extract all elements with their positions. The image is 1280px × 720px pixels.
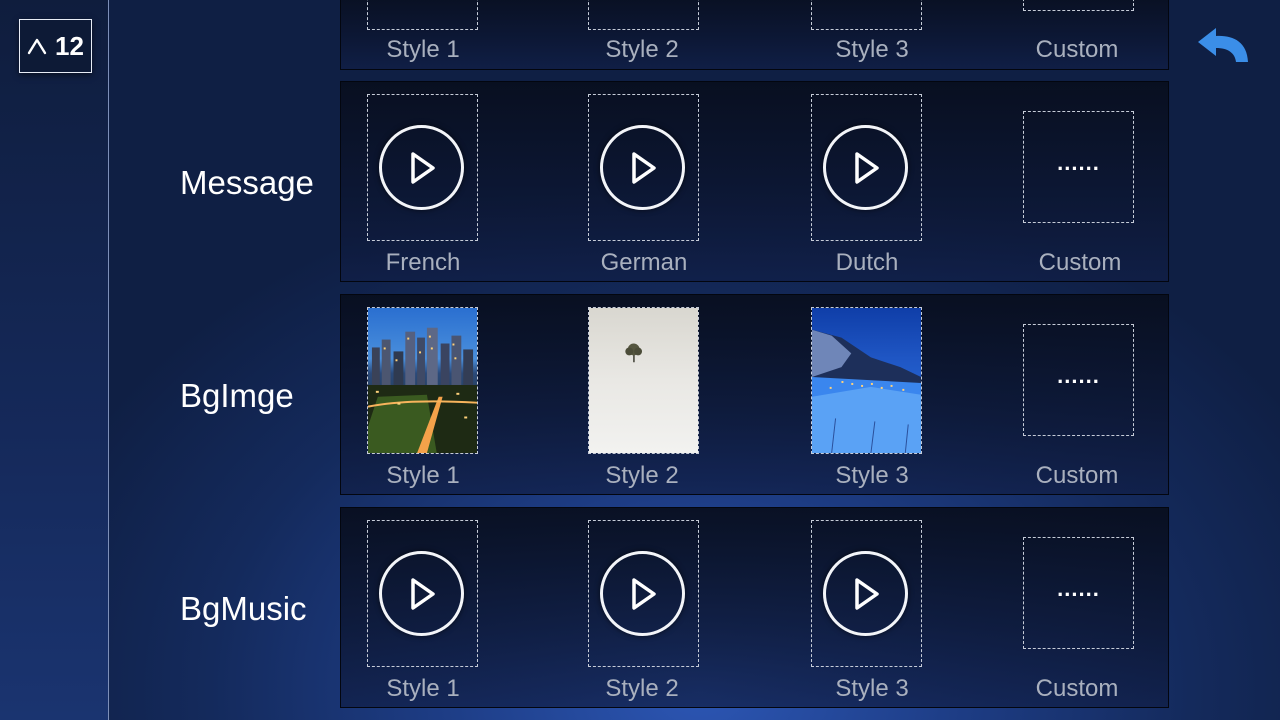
lone-tree-snow-image [589, 308, 698, 453]
play-button[interactable] [823, 125, 908, 210]
bgmusic-caption-1: Style 1 [386, 675, 460, 702]
bgmusic-custom-tile[interactable]: ...... [1023, 537, 1134, 649]
caret-up-icon [27, 38, 47, 55]
message-row-panel: ...... French German Dutch Custom [340, 81, 1169, 282]
play-button[interactable] [600, 125, 685, 210]
message-caption-1: French [385, 249, 461, 276]
message-caption-3: Dutch [835, 249, 899, 276]
bgmusic-row-label: BgMusic [180, 590, 307, 627]
message-french-tile[interactable] [367, 94, 478, 241]
message-dutch-tile[interactable] [811, 94, 922, 241]
play-icon [631, 577, 656, 610]
custom-placeholder: ...... [1057, 150, 1100, 175]
bgimage-caption-3: Style 3 [835, 462, 909, 489]
snowy-mountain-village-image [812, 308, 921, 453]
bgmusic-style-2-tile[interactable] [588, 520, 699, 667]
play-icon [631, 151, 656, 184]
bgimage-caption-1: Style 1 [386, 462, 460, 489]
bgimage-style-3-tile[interactable] [811, 307, 922, 454]
play-button[interactable] [379, 551, 464, 636]
page-number: 12 [55, 30, 84, 61]
top-style-1-tile[interactable] [367, 0, 478, 30]
custom-placeholder: ...... [1057, 576, 1100, 601]
play-button[interactable] [600, 551, 685, 636]
page-up-button[interactable]: 12 [19, 19, 92, 73]
top-caption-1: Style 1 [386, 36, 460, 63]
bgmusic-caption-2: Style 2 [605, 675, 679, 702]
bgimage-row-panel: ...... Style 1 Style 2 Style 3 Custom [340, 294, 1169, 495]
bgmusic-row-panel: ...... Style 1 Style 2 Style 3 Custom [340, 507, 1169, 708]
bgimage-style-2-tile[interactable] [588, 307, 699, 454]
back-arrow-icon[interactable] [1196, 26, 1250, 64]
bgmusic-caption-3: Style 3 [835, 675, 909, 702]
bgmusic-style-3-tile[interactable] [811, 520, 922, 667]
message-custom-tile[interactable]: ...... [1023, 111, 1134, 223]
top-custom-tile[interactable] [1023, 0, 1134, 11]
message-row-label: Message [180, 164, 314, 201]
top-caption-3: Style 3 [835, 36, 909, 63]
message-caption-2: German [600, 249, 688, 276]
play-icon [410, 577, 435, 610]
custom-placeholder: ...... [1057, 363, 1100, 388]
play-icon [410, 151, 435, 184]
bgimage-row-label: BgImge [180, 377, 294, 414]
play-icon [854, 577, 879, 610]
bgimage-caption-2: Style 2 [605, 462, 679, 489]
top-caption-4: Custom [1035, 36, 1119, 63]
sidebar: 12 [0, 0, 109, 720]
top-style-3-tile[interactable] [811, 0, 922, 30]
play-icon [854, 151, 879, 184]
play-button[interactable] [823, 551, 908, 636]
top-caption-2: Style 2 [605, 36, 679, 63]
play-button[interactable] [379, 125, 464, 210]
bgimage-caption-4: Custom [1035, 462, 1119, 489]
bgimage-style-1-tile[interactable] [367, 307, 478, 454]
message-german-tile[interactable] [588, 94, 699, 241]
top-row-panel: Style 1 Style 2 Style 3 Custom [340, 0, 1169, 70]
bgimage-custom-tile[interactable]: ...... [1023, 324, 1134, 436]
bgmusic-caption-4: Custom [1035, 675, 1119, 702]
top-style-2-tile[interactable] [588, 0, 699, 30]
message-caption-4: Custom [1038, 249, 1122, 276]
bgmusic-style-1-tile[interactable] [367, 520, 478, 667]
city-night-skyline-image [368, 308, 477, 453]
